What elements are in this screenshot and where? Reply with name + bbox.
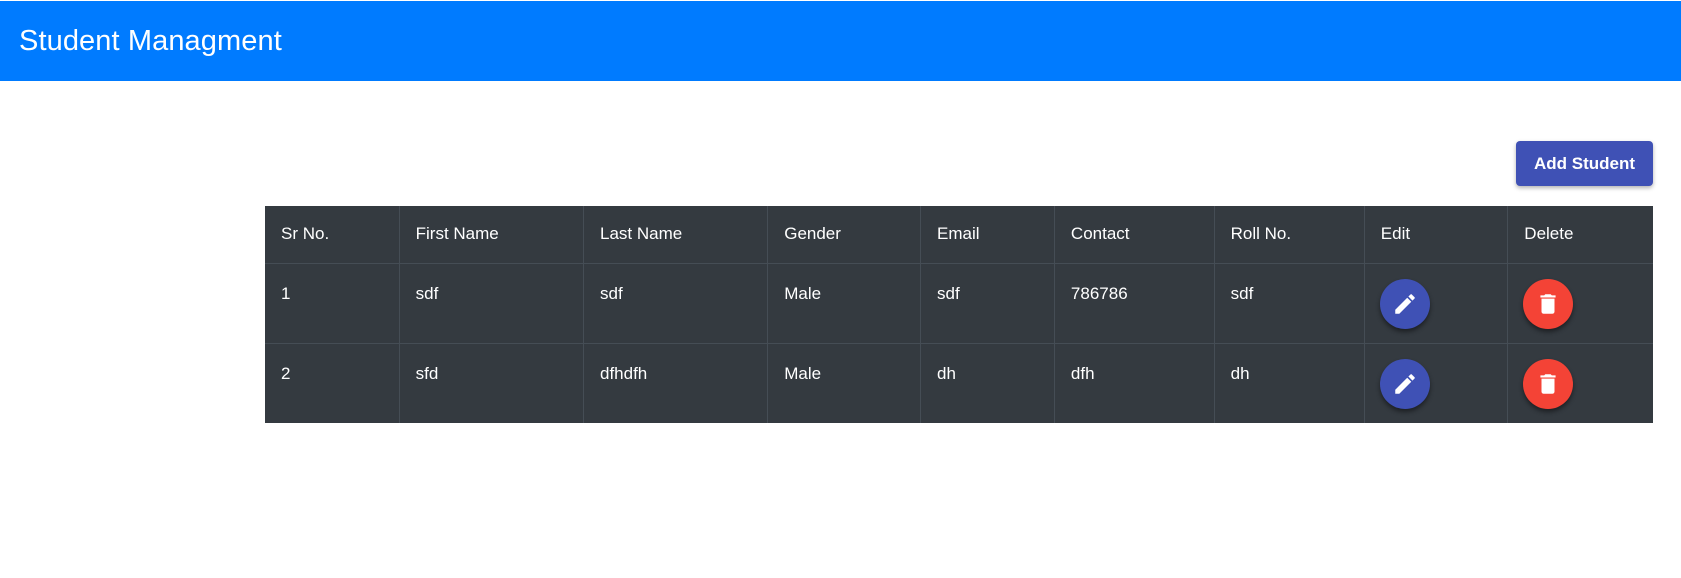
table-row: 1 sdf sdf Male sdf 786786 sdf	[265, 263, 1653, 343]
cell-first-name: sfd	[399, 343, 584, 423]
table-row: 2 sfd dfhdfh Male dh dfh dh	[265, 343, 1653, 423]
pencil-icon	[1395, 294, 1415, 314]
table-header-row: Sr No. First Name Last Name Gender Email…	[265, 206, 1653, 264]
trash-icon	[1540, 294, 1556, 314]
header-gender: Gender	[767, 206, 922, 264]
cell-delete	[1508, 343, 1653, 423]
cell-last-name: dfhdfh	[583, 343, 769, 423]
header-delete: Delete	[1507, 206, 1653, 264]
cell-roll-no: dh	[1214, 343, 1365, 423]
pencil-icon	[1395, 374, 1415, 394]
cell-edit	[1364, 263, 1509, 343]
cell-last-name: sdf	[583, 263, 769, 343]
add-student-button[interactable]: Add Student	[1516, 141, 1653, 186]
cell-delete	[1508, 263, 1653, 343]
cell-sr-no: 2	[265, 343, 400, 423]
cell-roll-no: sdf	[1214, 263, 1365, 343]
header-email: Email	[920, 206, 1055, 264]
header-first-name: First Name	[399, 206, 584, 264]
app-title[interactable]: Student Managment	[19, 25, 282, 58]
header-roll-no: Roll No.	[1214, 206, 1365, 264]
cell-gender: Male	[767, 263, 922, 343]
header-last-name: Last Name	[583, 206, 769, 264]
cell-first-name: sdf	[399, 263, 584, 343]
delete-button[interactable]	[1523, 279, 1574, 329]
edit-button[interactable]	[1379, 359, 1430, 410]
delete-button[interactable]	[1523, 359, 1574, 410]
cell-email: sdf	[920, 263, 1055, 343]
student-table: Sr No. First Name Last Name Gender Email…	[265, 206, 1653, 423]
header-contact: Contact	[1054, 206, 1215, 264]
edit-button[interactable]	[1379, 279, 1430, 329]
navbar: Student Managment	[0, 1, 1681, 81]
header-sr-no: Sr No.	[265, 206, 400, 264]
cell-email: dh	[920, 343, 1055, 423]
cell-contact: dfh	[1054, 343, 1215, 423]
trash-icon	[1540, 374, 1556, 394]
cell-contact: 786786	[1054, 263, 1215, 343]
cell-edit	[1364, 343, 1509, 423]
cell-gender: Male	[767, 343, 922, 423]
cell-sr-no: 1	[265, 263, 400, 343]
header-edit: Edit	[1364, 206, 1509, 264]
student-table-container: Sr No. First Name Last Name Gender Email…	[265, 206, 1653, 423]
